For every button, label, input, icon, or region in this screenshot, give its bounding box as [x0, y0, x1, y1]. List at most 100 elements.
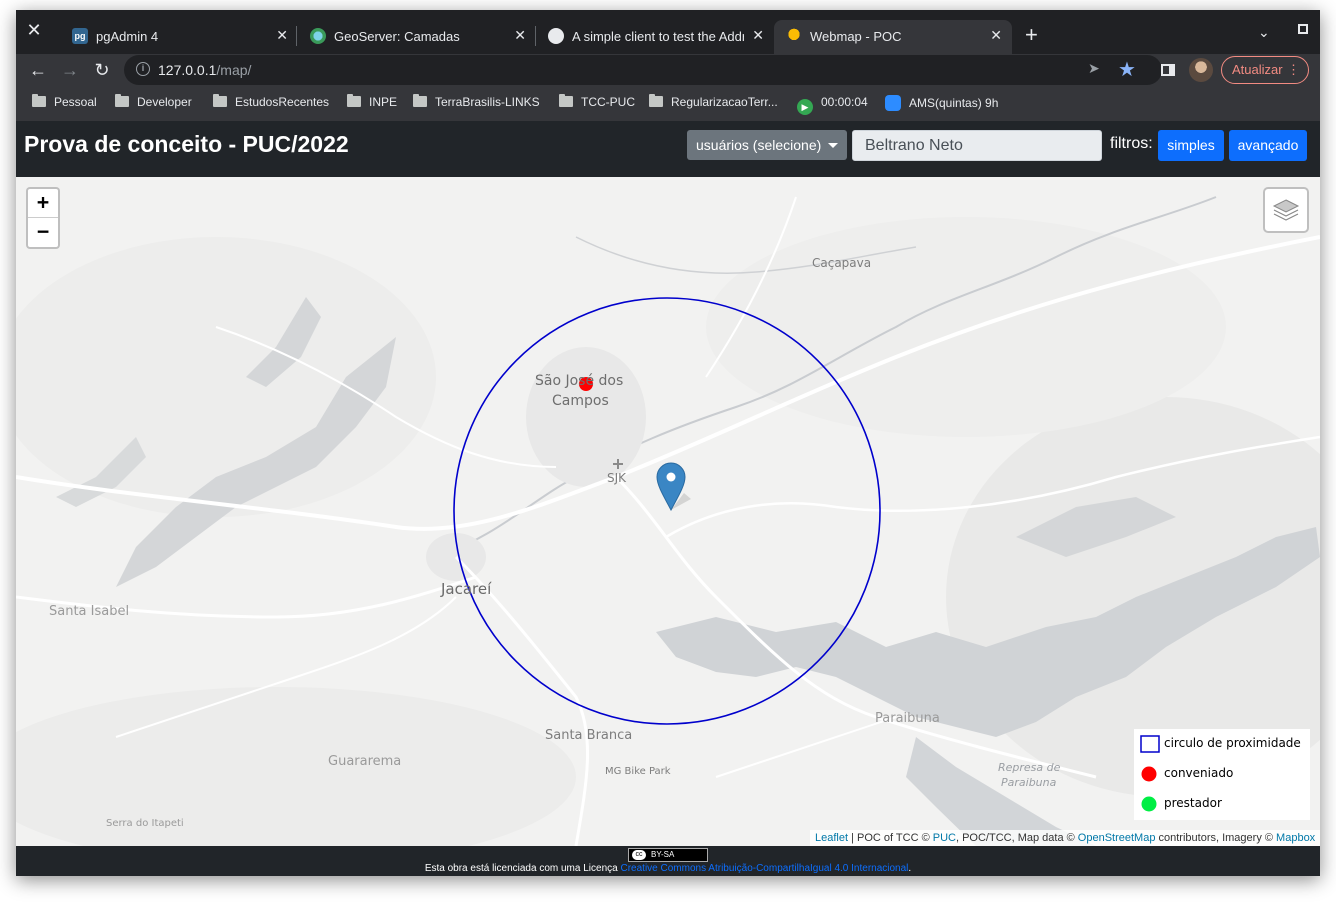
- tab-geoserver[interactable]: GeoServer: Camadas ✕: [298, 20, 536, 54]
- user-name-field[interactable]: Beltrano Neto: [852, 130, 1102, 161]
- globe-icon: [548, 28, 564, 44]
- license-prefix: Esta obra está licenciada com uma Licenç…: [424, 863, 621, 874]
- new-tab-icon[interactable]: +: [1025, 22, 1038, 48]
- map-legend: circulo de proximidade conveniado presta…: [1134, 729, 1310, 820]
- tab-search-chevron-icon[interactable]: ⌄: [1258, 24, 1270, 41]
- reload-icon[interactable]: ↻: [90, 58, 114, 82]
- bookmark-label: RegularizacaoTerr...: [671, 95, 778, 109]
- bookmark-inpe[interactable]: INPE: [347, 94, 397, 109]
- filters-label: filtros:: [1110, 135, 1153, 152]
- tab-close-icon[interactable]: ✕: [752, 27, 764, 44]
- map-attribution: Leaflet | POC of TCC © PUC, POC/TCC, Map…: [810, 830, 1320, 846]
- tab-close-icon[interactable]: ✕: [276, 27, 288, 44]
- bookmark-pessoal[interactable]: Pessoal: [32, 94, 97, 109]
- url-path: /map/: [216, 62, 252, 78]
- bookmark-label: TCC-PUC: [581, 95, 635, 109]
- update-label: Atualizar: [1232, 62, 1283, 77]
- zoom-out-button[interactable]: −: [28, 218, 58, 247]
- folder-icon: [213, 94, 227, 107]
- attribution-text: | POC of TCC ©: [848, 832, 933, 844]
- more-menu-icon: ⋮: [1287, 62, 1300, 77]
- layers-control-button[interactable]: [1263, 187, 1309, 233]
- bulb-icon: [786, 28, 802, 44]
- map-label-santa-branca: Santa Branca: [545, 728, 633, 743]
- bookmark-label: 00:00:04: [821, 95, 868, 109]
- map-label-represa-line1: Represa de: [998, 761, 1061, 774]
- map-label-represa-line2: Paraibuna: [1001, 776, 1057, 789]
- tab-close-icon[interactable]: ✕: [990, 27, 1002, 44]
- zoom-control: + −: [26, 187, 60, 249]
- map-label-mg-bike-park: MG Bike Park: [605, 766, 671, 777]
- tab-label: A simple client to test the Address: [572, 29, 744, 44]
- mapbox-link[interactable]: Mapbox: [1276, 832, 1315, 844]
- update-button[interactable]: Atualizar ⋮: [1221, 56, 1309, 84]
- tab-separator: [296, 26, 297, 46]
- license-text: Esta obra está licenciada com uma Licenç…: [16, 863, 1320, 874]
- window-close-icon[interactable]: ✕: [24, 20, 44, 40]
- tab-close-icon[interactable]: ✕: [514, 27, 526, 44]
- advanced-filter-button[interactable]: avançado: [1229, 130, 1307, 161]
- bookmark-timer[interactable]: ▶ 00:00:04: [797, 95, 868, 115]
- tab-label: Webmap - POC: [810, 29, 902, 44]
- bookmark-terrabrasilis[interactable]: TerraBrasilis-LINKS: [413, 94, 540, 109]
- tab-address-client[interactable]: A simple client to test the Address ✕: [536, 20, 774, 54]
- page-footer: BY-SA Esta obra está licenciada com uma …: [16, 846, 1320, 876]
- send-to-device-icon[interactable]: ➤: [1088, 60, 1100, 77]
- pin-dot: [666, 472, 676, 482]
- back-icon[interactable]: ←: [26, 58, 50, 82]
- bookmark-label: Developer: [137, 95, 192, 109]
- tab-strip: ✕ pg pgAdmin 4 ✕ GeoServer: Camadas ✕ A …: [16, 10, 1320, 54]
- folder-icon: [32, 94, 46, 107]
- window-maximize-icon[interactable]: [1298, 24, 1308, 34]
- bookmark-ams[interactable]: AMS(quintas) 9h: [885, 95, 998, 111]
- bookmark-label: TerraBrasilis-LINKS: [435, 95, 540, 109]
- tab-label: GeoServer: Camadas: [334, 29, 460, 44]
- license-suffix: .: [908, 863, 912, 874]
- side-panel-icon[interactable]: [1161, 64, 1175, 76]
- map-label-paraibuna: Paraibuna: [875, 711, 940, 726]
- bookmark-developer[interactable]: Developer: [115, 94, 192, 109]
- legend-item-conveniado: conveniado: [1134, 763, 1310, 783]
- legend-label-conveniado: conveniado: [1164, 766, 1234, 780]
- leaflet-link[interactable]: Leaflet: [815, 832, 848, 844]
- osm-link[interactable]: OpenStreetMap: [1078, 832, 1156, 844]
- folder-icon: [347, 94, 361, 107]
- cc-license-badge[interactable]: BY-SA: [628, 848, 708, 862]
- map-label-jacarei: Jacareí: [441, 580, 492, 598]
- map-label-sjk: SJK: [607, 471, 627, 485]
- folder-icon: [115, 94, 129, 107]
- address-bar[interactable]: i 127.0.0.1/map/ ➤ ★: [124, 55, 1162, 85]
- map-label-sjc-line2: Campos: [552, 393, 609, 409]
- map-label-sjc-line1: São José dos: [535, 373, 624, 389]
- user-select-dropdown[interactable]: usuários (selecione): [687, 130, 847, 160]
- forward-icon[interactable]: →: [58, 58, 82, 82]
- circle-swatch-icon: [1140, 735, 1160, 753]
- simple-filter-button[interactable]: simples: [1158, 130, 1224, 161]
- url-text[interactable]: 127.0.0.1/map/: [158, 62, 251, 78]
- bookmark-star-icon[interactable]: ★: [1118, 57, 1136, 82]
- user-select-label: usuários (selecione): [696, 137, 822, 153]
- folder-icon: [649, 94, 663, 107]
- folder-icon: [413, 94, 427, 107]
- zoom-in-button[interactable]: +: [28, 189, 58, 218]
- bookmark-regularizacao[interactable]: RegularizacaoTerr...: [649, 94, 778, 109]
- attribution-text: , POC/TCC, Map data ©: [955, 832, 1078, 844]
- map-tiles: [16, 177, 1320, 846]
- license-link[interactable]: Creative Commons Atribuição-CompartilhaI…: [620, 863, 908, 874]
- puc-link[interactable]: PUC: [933, 832, 956, 844]
- app-navbar: Prova de conceito - PUC/2022 usuários (s…: [16, 121, 1320, 177]
- timer-icon: ▶: [797, 99, 813, 115]
- profile-avatar[interactable]: [1189, 58, 1213, 82]
- map-container[interactable]: Caçapava São José dos Campos SJK Jacareí…: [16, 177, 1320, 846]
- zoom-icon: [885, 95, 901, 111]
- bookmark-estudos[interactable]: EstudosRecentes: [213, 94, 329, 109]
- bookmark-label: AMS(quintas) 9h: [909, 96, 999, 110]
- legend-label-prestador: prestador: [1164, 796, 1222, 810]
- browser-window: ✕ pg pgAdmin 4 ✕ GeoServer: Camadas ✕ A …: [16, 10, 1320, 876]
- bookmark-tcc-puc[interactable]: TCC-PUC: [559, 94, 635, 109]
- tab-pgadmin[interactable]: pg pgAdmin 4 ✕: [60, 20, 298, 54]
- legend-item-prestador: prestador: [1134, 793, 1310, 813]
- tab-webmap[interactable]: Webmap - POC ✕: [774, 20, 1012, 54]
- site-info-icon[interactable]: i: [136, 62, 150, 76]
- browser-toolbar: ← → ↻ i 127.0.0.1/map/ ➤ ★ Atualizar ⋮: [16, 54, 1320, 86]
